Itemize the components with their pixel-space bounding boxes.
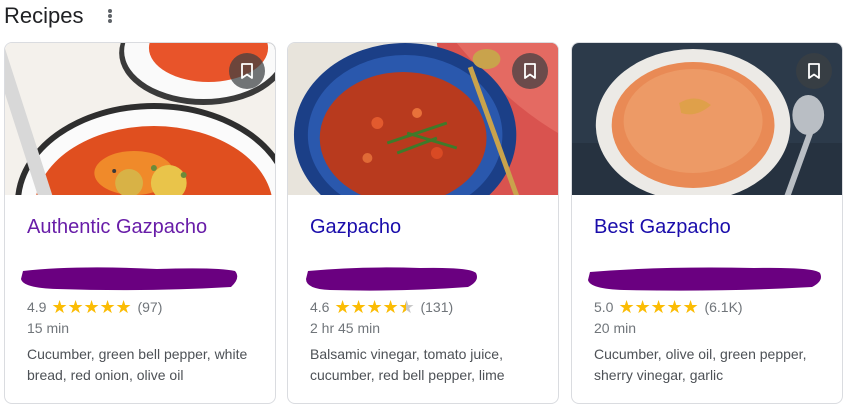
star-icon: ★	[51, 297, 68, 317]
ingredients: Balsamic vinegar, tomato juice, cucumber…	[310, 346, 505, 383]
bookmark-icon	[524, 63, 536, 79]
bookmark-button[interactable]	[796, 53, 832, 89]
recipe-card[interactable]: Gazpacho 4.6 ★★★★★ (131) 2 hr 45 min Bal…	[287, 42, 559, 404]
star-icon: ★	[634, 297, 651, 317]
review-count: (6.1K)	[704, 299, 743, 315]
rating-row: 5.0 ★ ★ ★ ★ ★ (6.1K)	[594, 298, 743, 316]
review-count: (131)	[420, 299, 454, 315]
star-icon: ★	[398, 298, 414, 316]
star-icon: ★	[666, 297, 683, 317]
cook-time: 20 min	[594, 320, 637, 336]
recipe-title[interactable]: Gazpacho	[310, 215, 401, 239]
star-icon: ★	[115, 297, 132, 317]
section-title: Recipes	[4, 3, 84, 28]
cook-time: 15 min	[27, 320, 70, 336]
bookmark-button[interactable]	[512, 53, 548, 89]
rating-value: 4.9	[27, 299, 47, 315]
star-icon: ★	[334, 297, 351, 317]
review-count: (97)	[137, 299, 163, 315]
rating-row: 4.6 ★★★★★ (131)	[310, 298, 453, 316]
star-rating: ★ ★ ★ ★ ★	[334, 298, 414, 316]
bookmark-icon	[241, 63, 253, 79]
star-icon: ★	[382, 297, 399, 317]
bookmark-icon	[808, 63, 820, 79]
redacted-source	[584, 263, 824, 291]
star-icon: ★	[366, 297, 383, 317]
star-icon: ★	[67, 297, 84, 317]
section-header: Recipes	[4, 0, 115, 32]
recipe-card[interactable]: Authentic Gazpacho 4.9 ★ ★ ★ ★ ★ (97) 15 min…	[4, 42, 276, 404]
recipe-title[interactable]: Best Gazpacho	[594, 215, 731, 239]
recipe-title[interactable]: Authentic Gazpacho	[27, 215, 207, 239]
star-icon: ★	[83, 297, 100, 317]
redacted-source	[17, 263, 243, 291]
star-rating: ★ ★ ★ ★ ★	[51, 298, 131, 316]
recipe-card[interactable]: Best Gazpacho 5.0 ★ ★ ★ ★ ★ (6.1K) 20 min Cu…	[571, 42, 843, 404]
star-icon: ★	[99, 297, 116, 317]
cook-time: 2 hr 45 min	[310, 320, 381, 336]
star-rating: ★ ★ ★ ★ ★	[618, 298, 698, 316]
star-icon: ★	[350, 297, 367, 317]
ingredients: Cucumber, olive oil, green pepper, sherr…	[594, 346, 807, 383]
star-icon: ★	[682, 297, 699, 317]
rating-value: 4.6	[310, 299, 330, 315]
rating-row: 4.9 ★ ★ ★ ★ ★ (97)	[27, 298, 162, 316]
ingredients: Cucumber, green bell pepper, white bread…	[27, 346, 248, 383]
redacted-source	[300, 263, 480, 291]
rating-value: 5.0	[594, 299, 614, 315]
bookmark-button[interactable]	[229, 53, 265, 89]
star-icon: ★	[650, 297, 667, 317]
more-vert-icon[interactable]	[105, 7, 115, 25]
star-icon: ★	[618, 297, 635, 317]
